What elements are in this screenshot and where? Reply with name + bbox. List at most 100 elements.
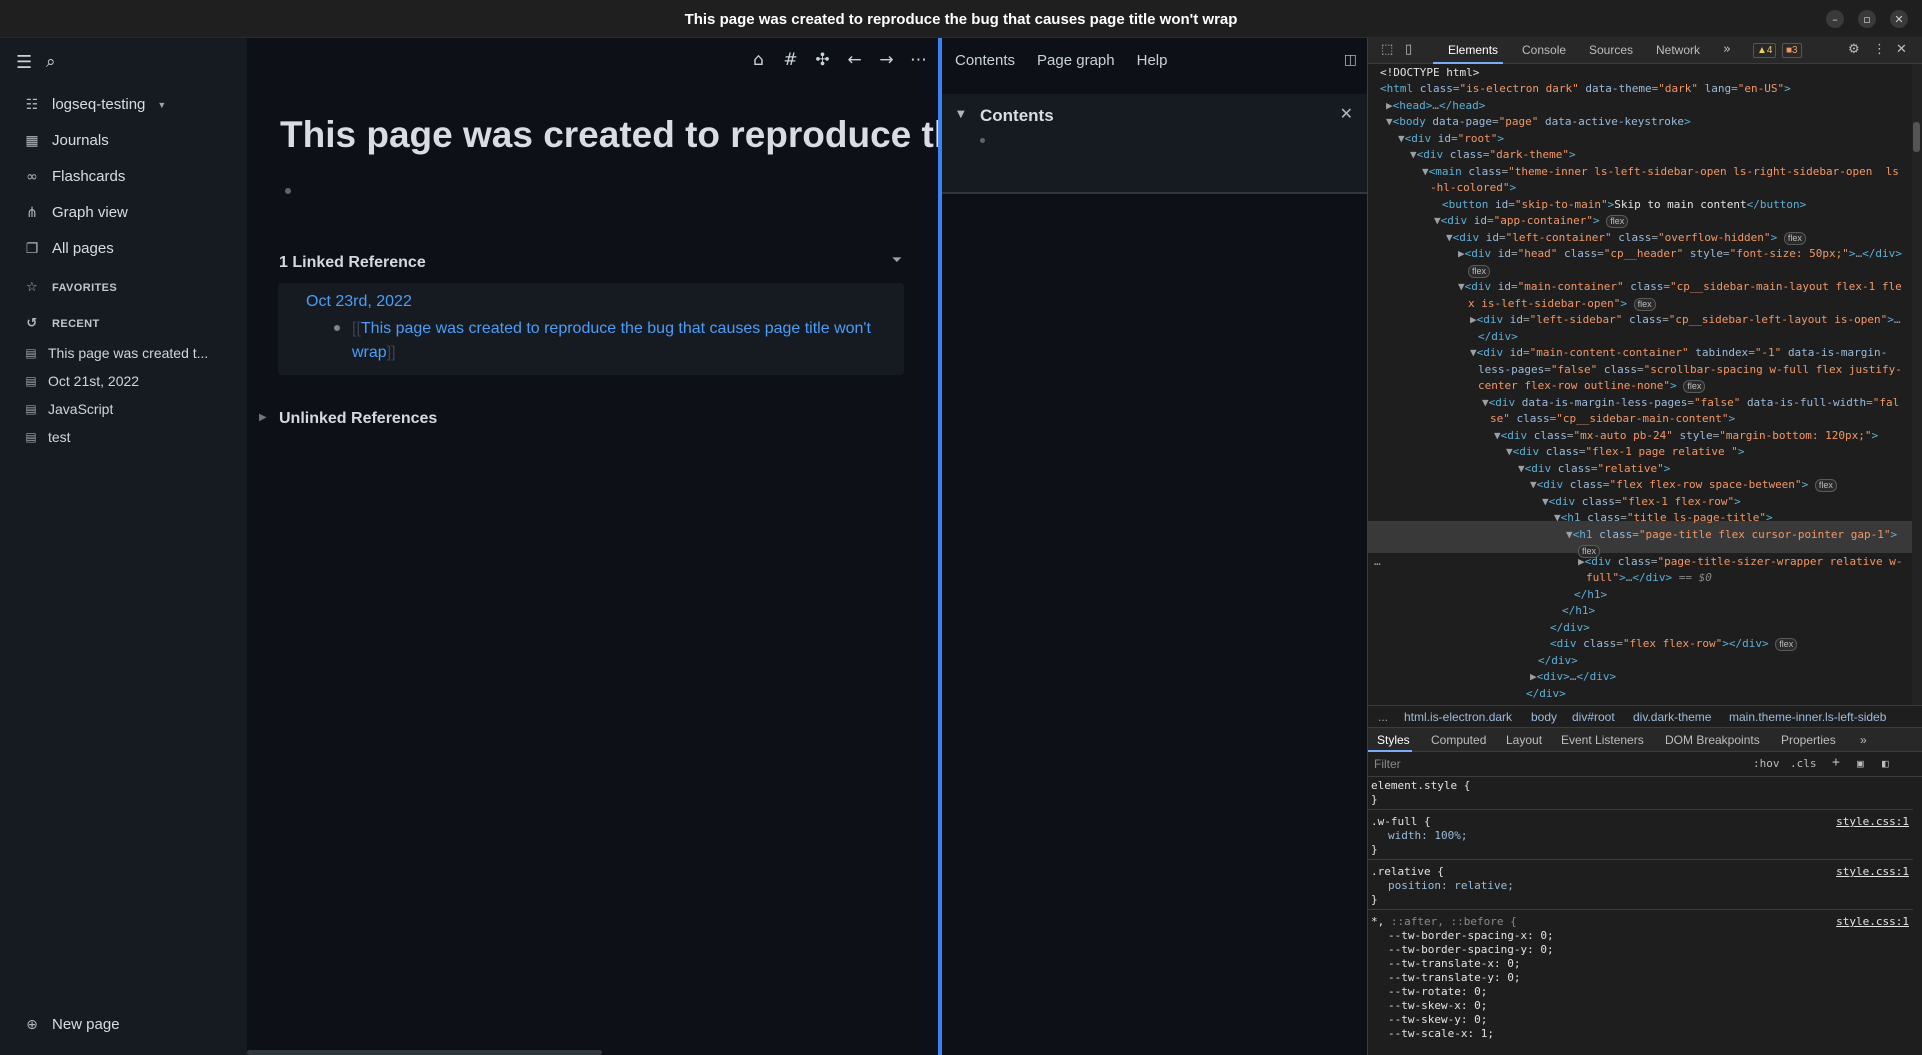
caret-down-icon[interactable]: ▼ — [957, 109, 965, 120]
relative-rule[interactable]: .relative { — [1371, 865, 1444, 879]
unlinked-refs-header[interactable]: Unlinked References — [279, 410, 437, 428]
close-icon[interactable]: ✕ — [1340, 104, 1353, 123]
ref-block-link[interactable]: This page was created to reproduce the b… — [352, 320, 871, 361]
tab-network[interactable]: Network — [1656, 43, 1700, 57]
dom-tree[interactable]: <!DOCTYPE html> <html class="is-electron… — [1368, 64, 1922, 705]
warnings-badge[interactable]: ▲4 — [1753, 43, 1777, 58]
caret-right-icon[interactable]: ▶ — [259, 412, 267, 423]
tab-elements[interactable]: Elements — [1448, 43, 1498, 57]
menu-icon[interactable]: ☰ — [16, 52, 32, 73]
recent-item[interactable]: ▤ This page was created t... — [24, 345, 208, 361]
w-full-rule[interactable]: .w-full { — [1371, 815, 1431, 829]
breadcrumb-item[interactable]: ... — [1378, 710, 1388, 724]
right-sidebar-tabs: Contents Page graph Help — [955, 52, 1167, 69]
tab-sources[interactable]: Sources — [1589, 43, 1633, 57]
kebab-icon[interactable]: ⋮ — [1873, 42, 1886, 57]
css-declaration[interactable]: width: 100%; — [1388, 829, 1467, 842]
horizontal-scrollbar[interactable] — [247, 1050, 602, 1055]
home-icon[interactable]: ⌂ — [749, 50, 768, 70]
inspect-icon[interactable]: ⬚ — [1381, 42, 1393, 57]
graph-selector[interactable]: ☷ logseq-testing ▼ — [24, 96, 167, 113]
gear-icon[interactable]: ⚙ — [1848, 42, 1860, 57]
close-icon[interactable]: ✕ — [1896, 42, 1907, 57]
device-icon[interactable]: ▯ — [1405, 42, 1412, 57]
rule-separator — [1368, 909, 1913, 910]
scrollbar-thumb[interactable] — [1913, 122, 1920, 152]
more-tabs-icon[interactable]: » — [1723, 42, 1731, 57]
arrow-left-icon[interactable]: ← — [845, 50, 864, 70]
sidebar-item-flashcards[interactable]: ∞ Flashcards — [24, 168, 125, 185]
breadcrumb-item[interactable]: html.is-electron.dark — [1404, 710, 1512, 724]
search-icon[interactable]: ⌕ — [46, 52, 56, 72]
styles-filter-input[interactable]: Filter — [1374, 757, 1401, 771]
tab-layout[interactable]: Layout — [1506, 733, 1542, 747]
tab-console[interactable]: Console — [1522, 43, 1566, 57]
sidebar-item-graph-view[interactable]: ⋔ Graph view — [24, 204, 128, 221]
block-bullet[interactable] — [334, 325, 340, 331]
tab-properties[interactable]: Properties — [1781, 733, 1836, 747]
css-declaration[interactable]: --tw-skew-x: 0; — [1388, 999, 1487, 1013]
tab-contents[interactable]: Contents — [955, 52, 1015, 69]
page-title[interactable]: This page was created to reproduce the b… — [280, 114, 938, 156]
style-source-link[interactable]: style.css:1 — [1836, 815, 1909, 829]
styles-pane[interactable]: element.style { } .w-full { style.css:1 … — [1368, 777, 1922, 1055]
ref-block[interactable]: [[This page was created to reproduce the… — [352, 317, 872, 365]
hov-toggle[interactable]: :hov — [1753, 757, 1780, 770]
sidebar-toggle-icon[interactable]: ◧ — [1882, 757, 1889, 770]
devtools: ⬚ ▯ Elements Console Sources Network » ▲… — [1367, 38, 1922, 1055]
sidebar-item-journals[interactable]: ▦ Journals — [24, 132, 108, 149]
sidebar-item-all-pages[interactable]: ❐ All pages — [24, 240, 114, 257]
page-icon: ▤ — [25, 346, 37, 360]
tab-help[interactable]: Help — [1137, 52, 1168, 69]
new-page-button[interactable]: ⊕ New page — [24, 1016, 119, 1033]
paint-icon[interactable]: ▣ — [1857, 757, 1864, 770]
hash-icon[interactable]: # — [781, 50, 800, 70]
breadcrumb-item[interactable]: div.dark-theme — [1633, 710, 1711, 724]
breadcrumb-item[interactable]: main.theme-inner.ls-left-sideb — [1729, 710, 1886, 724]
css-declaration[interactable]: --tw-rotate: 0; — [1388, 985, 1487, 999]
tab-styles[interactable]: Styles — [1377, 733, 1410, 747]
tab-computed[interactable]: Computed — [1431, 733, 1486, 747]
style-source-link[interactable]: style.css:1 — [1836, 865, 1909, 879]
css-declaration[interactable]: --tw-translate-y: 0; — [1388, 971, 1520, 985]
linked-refs-header[interactable]: 1 Linked Reference — [279, 254, 426, 272]
recent-item[interactable]: ▤ Oct 21st, 2022 — [24, 373, 139, 389]
close-icon[interactable]: ✕ — [1890, 10, 1908, 28]
more-subtabs-icon[interactable]: » — [1860, 733, 1867, 747]
plus-icon[interactable]: + — [1832, 755, 1840, 770]
block-bullet[interactable] — [285, 188, 291, 194]
breadcrumb-item[interactable]: body — [1531, 710, 1557, 724]
recent-item[interactable]: ▤ test — [24, 429, 70, 445]
style-source-link[interactable]: style.css:1 — [1836, 915, 1909, 929]
css-declaration[interactable]: position: relative; — [1388, 879, 1514, 892]
arrow-right-icon[interactable]: → — [877, 50, 896, 70]
recent-item[interactable]: ▤ JavaScript — [24, 401, 113, 417]
css-declaration[interactable]: --tw-translate-x: 0; — [1388, 957, 1520, 971]
recent-section[interactable]: ↺ RECENT — [24, 316, 100, 331]
breadcrumb-item[interactable]: div#root — [1572, 710, 1615, 724]
css-declaration[interactable]: --tw-scale-x: 1; — [1388, 1027, 1494, 1041]
minimize-icon[interactable]: – — [1826, 10, 1844, 28]
toggle-sidebar-icon[interactable]: ◫ — [1344, 52, 1357, 68]
panel-title[interactable]: Contents — [980, 106, 1054, 126]
tab-dom-breakpoints[interactable]: DOM Breakpoints — [1665, 733, 1760, 747]
element-style-rule[interactable]: element.style { — [1371, 779, 1470, 793]
css-declaration[interactable]: --tw-border-spacing-x: 0; — [1388, 929, 1554, 943]
tab-event-listeners[interactable]: Event Listeners — [1561, 733, 1644, 747]
graph-icon: ⋔ — [26, 204, 38, 221]
css-declaration[interactable]: --tw-skew-y: 0; — [1388, 1013, 1487, 1027]
tab-page-graph[interactable]: Page graph — [1037, 52, 1115, 69]
favorites-section[interactable]: ☆ FAVORITES — [24, 280, 117, 295]
ref-page-link[interactable]: Oct 23rd, 2022 — [306, 293, 412, 311]
puzzle-icon[interactable]: ✣ — [813, 50, 832, 70]
issues-badge[interactable]: ■3 — [1782, 43, 1802, 58]
block-bullet[interactable] — [980, 138, 985, 143]
filter-icon[interactable]: ⏷ — [892, 253, 902, 268]
maximize-icon[interactable]: ▫ — [1858, 10, 1876, 28]
dom-tree-scrollbar[interactable] — [1912, 64, 1922, 705]
css-declaration[interactable]: --tw-border-spacing-y: 0; — [1388, 943, 1554, 957]
cls-toggle[interactable]: .cls — [1790, 757, 1817, 770]
universal-rule[interactable]: *, ::after, ::before { — [1371, 915, 1517, 929]
left-sidebar: ☰ ⌕ ☷ logseq-testing ▼ ▦ Journals ∞ Flas… — [0, 38, 247, 1055]
more-icon[interactable]: ⋯ — [909, 50, 928, 70]
